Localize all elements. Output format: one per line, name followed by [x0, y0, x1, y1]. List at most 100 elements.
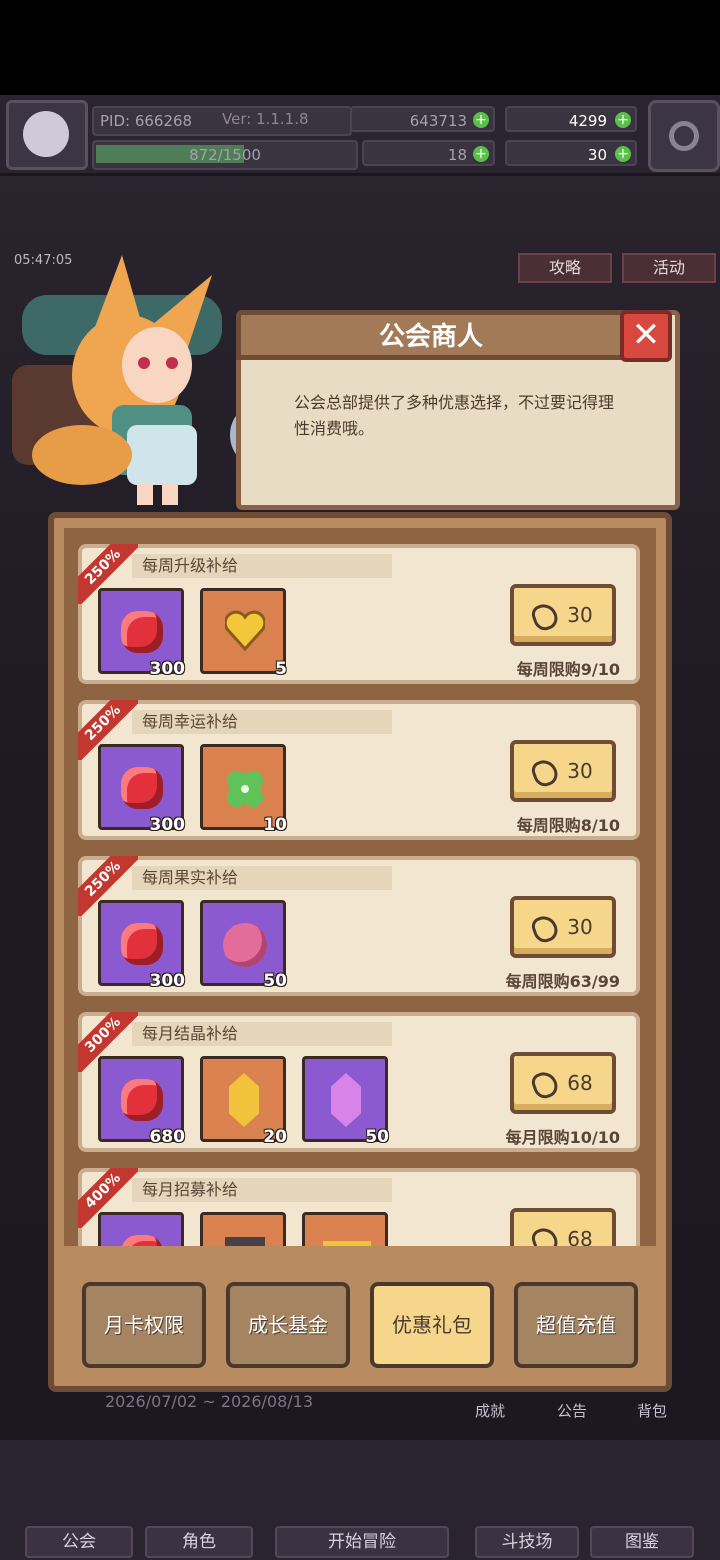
ticket-icon	[323, 1241, 371, 1246]
bag-button[interactable]: 背包	[617, 1400, 687, 1421]
coin-counter: 30 +	[505, 140, 637, 166]
event-date-range: 2026/07/02 ~ 2026/08/13	[105, 1392, 314, 1411]
price-value: 30	[567, 915, 593, 939]
buy-button[interactable]: 68	[510, 1052, 616, 1114]
reward-qty: 5	[275, 659, 287, 679]
version-label: Ver: 1.1.1.8	[222, 110, 309, 128]
reward-item[interactable]: 680	[98, 1056, 185, 1147]
buy-button[interactable]: 30	[510, 896, 616, 958]
merchant-description: 公会总部提供了多种优惠选择，不过要记得理性消费哦。	[294, 393, 615, 438]
reward-item[interactable]	[200, 1212, 286, 1246]
status-bar-area	[0, 0, 720, 95]
clover-counter: 18 +	[362, 140, 495, 166]
coin-value: 30	[587, 146, 607, 164]
coin-icon	[529, 912, 561, 945]
offer-title: 每周升级补给	[132, 554, 392, 578]
reward-item[interactable]	[98, 1212, 184, 1246]
gem-value: 4299	[568, 112, 607, 130]
avatar-face-icon	[23, 111, 69, 157]
gold-heart-icon	[225, 610, 265, 652]
offer-card: 250% 每周升级补给 300 5 30 每周限购9/10	[78, 544, 640, 684]
settings-button[interactable]	[648, 100, 720, 172]
tab-recharge[interactable]: 超值充值	[514, 1282, 638, 1368]
offer-card: 250% 每周果实补给 300 50 30 每周限购63/99	[78, 856, 640, 996]
price-value: 68	[567, 1227, 593, 1246]
reward-item[interactable]: 5	[200, 588, 287, 679]
xp-bar: 872/1500	[92, 140, 358, 170]
ruby-icon	[121, 767, 163, 809]
reward-item[interactable]: 50	[200, 900, 287, 991]
offer-title: 每月招募补给	[132, 1178, 392, 1202]
fox-merchant-character	[12, 255, 262, 505]
gold-value: 643713	[409, 112, 467, 130]
pink-crystal-icon	[331, 1073, 361, 1127]
nav-arena[interactable]: 斗技场	[475, 1526, 579, 1558]
avatar[interactable]	[6, 100, 88, 170]
coin-icon	[529, 600, 561, 633]
reward-item[interactable]	[302, 1212, 388, 1246]
reward-qty: 10	[263, 815, 287, 835]
price-value: 68	[567, 1071, 593, 1095]
tab-discount-packs[interactable]: 优惠礼包	[370, 1282, 494, 1368]
ruby-icon	[121, 1235, 163, 1246]
purchase-limit: 每周限购63/99	[505, 972, 620, 991]
offer-list[interactable]: 250% 每周升级补给 300 5 30 每周限购9/10 250% 每周幸运补…	[64, 528, 656, 1246]
notice-button[interactable]: 公告	[537, 1400, 607, 1421]
guide-button[interactable]: 攻略	[518, 253, 612, 283]
reward-qty: 50	[365, 1127, 389, 1147]
buy-button[interactable]: 68	[510, 1208, 616, 1246]
tab-growth-fund[interactable]: 成长基金	[226, 1282, 350, 1368]
price-value: 30	[567, 603, 593, 627]
reward-qty: 20	[263, 1127, 287, 1147]
ruby-icon	[121, 611, 163, 653]
gem-counter: 4299 +	[505, 106, 637, 132]
ruby-icon	[121, 1079, 163, 1121]
reward-qty: 680	[149, 1127, 186, 1147]
gold-counter: 643713 +	[350, 106, 495, 132]
reward-qty: 300	[149, 971, 186, 991]
buy-button[interactable]: 30	[510, 584, 616, 646]
offer-title: 每月结晶补给	[132, 1022, 392, 1046]
achievement-button[interactable]: 成就	[455, 1400, 525, 1421]
clover-icon	[227, 771, 263, 807]
offer-title: 每周幸运补给	[132, 710, 392, 734]
nav-character[interactable]: 角色	[145, 1526, 253, 1558]
close-button[interactable]: ✕	[620, 310, 672, 362]
nav-start-adventure[interactable]: 开始冒险	[275, 1526, 449, 1558]
gear-icon	[669, 121, 699, 151]
offer-title: 每周果实补给	[132, 866, 392, 890]
reward-item[interactable]: 300	[98, 900, 185, 991]
tab-monthly-card[interactable]: 月卡权限	[82, 1282, 206, 1368]
offer-card: 300% 每月结晶补给 680 20 50 68 每月限购10/10	[78, 1012, 640, 1152]
nav-codex[interactable]: 图鉴	[590, 1526, 694, 1558]
reward-item[interactable]: 300	[98, 744, 185, 835]
reward-qty: 300	[149, 659, 186, 679]
purchase-limit: 每周限购9/10	[516, 660, 620, 679]
fruit-icon	[223, 923, 267, 967]
add-coin-icon[interactable]: +	[615, 146, 631, 162]
box-icon	[225, 1237, 265, 1246]
coin-icon	[529, 1224, 561, 1246]
coin-icon	[529, 756, 561, 789]
reward-item[interactable]: 20	[200, 1056, 287, 1147]
price-value: 30	[567, 759, 593, 783]
ruby-icon	[121, 923, 163, 965]
buy-button[interactable]: 30	[510, 740, 616, 802]
gold-crystal-icon	[229, 1073, 259, 1127]
xp-value: 872/1500	[189, 146, 261, 164]
purchase-limit: 每月限购10/10	[505, 1128, 620, 1147]
nav-guild[interactable]: 公会	[25, 1526, 133, 1558]
coin-icon	[529, 1068, 561, 1101]
purchase-limit: 每周限购8/10	[516, 816, 620, 835]
close-icon: ✕	[631, 315, 661, 355]
reward-item[interactable]: 10	[200, 744, 287, 835]
reward-item[interactable]: 300	[98, 588, 185, 679]
clover-value: 18	[447, 146, 467, 164]
offer-card: 250% 每周幸运补给 300 10 30 每周限购8/10	[78, 700, 640, 840]
reward-item[interactable]: 50	[302, 1056, 389, 1147]
event-button[interactable]: 活动	[622, 253, 716, 283]
add-clover-icon[interactable]: +	[473, 146, 489, 162]
add-gold-icon[interactable]: +	[473, 112, 489, 128]
reward-qty: 50	[263, 971, 287, 991]
add-gem-icon[interactable]: +	[615, 112, 631, 128]
